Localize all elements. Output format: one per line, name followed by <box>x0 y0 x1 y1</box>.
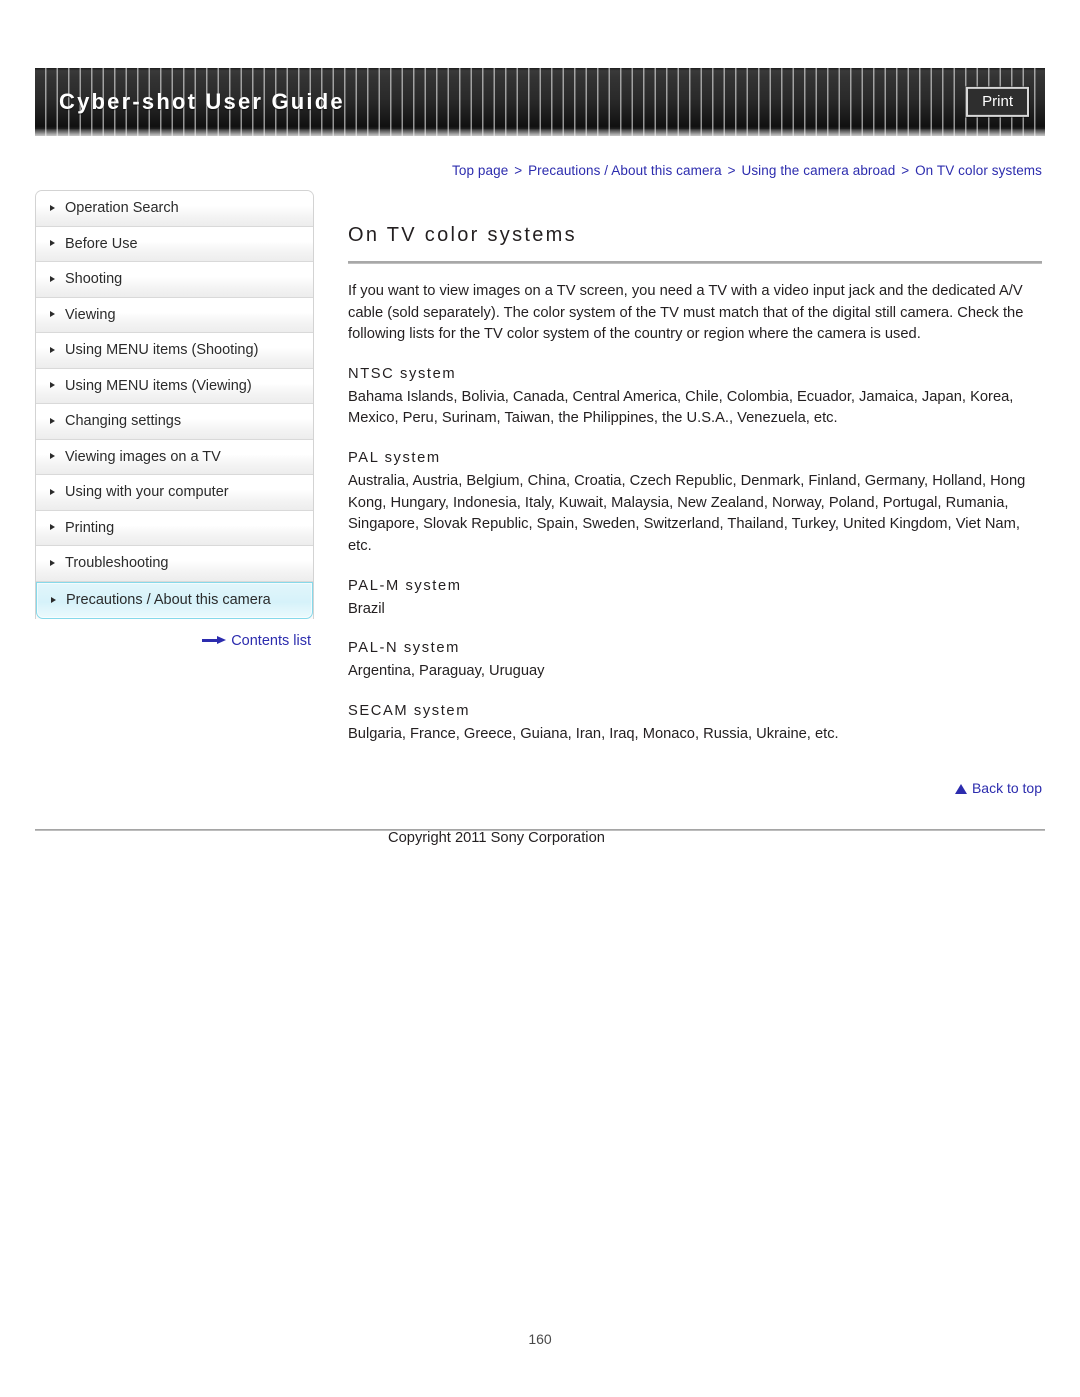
sidebar-item-label: Printing <box>65 519 115 536</box>
section-heading-secam: SECAM system <box>348 702 471 719</box>
triangle-bullet-icon <box>50 240 55 247</box>
triangle-bullet-icon <box>50 559 55 566</box>
section-body-ntsc: Bahama Islands, Bolivia, Canada, Central… <box>348 388 1014 427</box>
breadcrumb-separator: > <box>727 163 736 178</box>
contents-list-label: Contents list <box>231 632 311 649</box>
section-heading-pal: PAL system <box>348 450 441 467</box>
sidebar-item-label: Using with your computer <box>65 484 229 500</box>
sidebar-item-precautions-about-this-camera[interactable]: Precautions / About this camera <box>36 581 313 619</box>
triangle-bullet-icon <box>50 311 55 318</box>
page-number: 160 <box>528 1331 552 1347</box>
breadcrumb-item-precautions[interactable]: Precautions / About this camera <box>528 163 722 178</box>
sidebar-item-label: Using MENU items (Shooting) <box>65 342 259 358</box>
sidebar-item-viewing[interactable]: Viewing <box>36 297 313 333</box>
triangle-bullet-icon <box>50 275 55 282</box>
breadcrumb: Top page > Precautions / About this came… <box>452 163 1042 178</box>
sidebar-item-label: Viewing <box>65 306 116 323</box>
section-body-pal-n: Argentina, Paraguay, Uruguay <box>348 663 545 680</box>
sidebar-item-using-with-your-computer[interactable]: Using with your computer <box>36 475 313 511</box>
sidebar-item-viewing-images-on-a-tv[interactable]: Viewing images on a TV <box>36 439 313 475</box>
sidebar-item-label: Changing settings <box>65 413 182 429</box>
triangle-bullet-icon <box>50 524 55 531</box>
back-to-top-label: Back to top <box>971 779 1042 796</box>
breadcrumb-item-current[interactable]: On TV color systems <box>915 163 1042 178</box>
app-title: Cyber-shot User Guide <box>59 89 345 114</box>
back-to-top-link[interactable]: Back to top <box>348 780 1042 796</box>
contents-list-link[interactable]: Contents list <box>35 633 314 649</box>
sidebar-item-shooting[interactable]: Shooting <box>36 262 313 298</box>
triangle-up-icon <box>954 783 967 794</box>
sidebar: Operation Search Before Use Shooting Vie… <box>35 190 314 649</box>
section-body-pal: Australia, Austria, Belgium, China, Croa… <box>348 473 1026 554</box>
sidebar-item-troubleshooting[interactable]: Troubleshooting <box>36 546 313 582</box>
sidebar-item-printing[interactable]: Printing <box>36 510 313 546</box>
arrow-right-icon <box>202 636 227 645</box>
title-divider <box>348 261 1042 264</box>
breadcrumb-separator: > <box>514 163 523 178</box>
sidebar-item-label: Precautions / About this camera <box>66 591 271 608</box>
breadcrumb-separator: > <box>901 163 910 178</box>
sidebar-item-operation-search[interactable]: Operation Search <box>36 191 313 227</box>
page-title: On TV color systems <box>348 224 577 246</box>
copyright-text: Copyright 2011 Sony Corporation <box>388 830 605 846</box>
sidebar-item-changing-settings[interactable]: Changing settings <box>36 404 313 440</box>
main-content: On TV color systems If you want to view … <box>348 190 1042 796</box>
triangle-bullet-icon <box>51 596 56 603</box>
triangle-bullet-icon <box>50 346 55 353</box>
print-button[interactable]: Print <box>966 86 1029 118</box>
section-heading-ntsc: NTSC system <box>348 365 457 382</box>
sidebar-item-label: Using MENU items (Viewing) <box>65 377 252 394</box>
section-body-pal-m: Brazil <box>348 600 385 617</box>
sidebar-item-label: Shooting <box>65 271 123 287</box>
triangle-bullet-icon <box>50 453 55 460</box>
triangle-bullet-icon <box>50 488 55 495</box>
sidebar-item-using-menu-items-viewing[interactable]: Using MENU items (Viewing) <box>36 368 313 404</box>
section-heading-pal-m: PAL-M system <box>348 577 462 594</box>
sidebar-item-label: Troubleshooting <box>65 555 169 571</box>
section-heading-pal-n: PAL-N system <box>348 640 460 657</box>
sidebar-item-label: Before Use <box>65 235 138 252</box>
sidebar-item-label: Operation Search <box>65 200 179 216</box>
intro-paragraph: If you want to view images on a TV scree… <box>348 283 1024 343</box>
sidebar-item-using-menu-items-shooting[interactable]: Using MENU items (Shooting) <box>36 333 313 369</box>
section-body-secam: Bulgaria, France, Greece, Guiana, Iran, … <box>348 726 839 743</box>
sidebar-item-before-use[interactable]: Before Use <box>36 226 313 262</box>
triangle-bullet-icon <box>50 417 55 424</box>
breadcrumb-item-top-page[interactable]: Top page <box>452 163 508 178</box>
triangle-bullet-icon <box>50 204 55 211</box>
header-banner: Cyber-shot User Guide Print <box>35 68 1045 136</box>
sidebar-nav-list: Operation Search Before Use Shooting Vie… <box>35 190 314 619</box>
sidebar-item-label: Viewing images on a TV <box>65 448 221 465</box>
triangle-bullet-icon <box>50 382 55 389</box>
breadcrumb-item-using-camera-abroad[interactable]: Using the camera abroad <box>741 163 895 178</box>
